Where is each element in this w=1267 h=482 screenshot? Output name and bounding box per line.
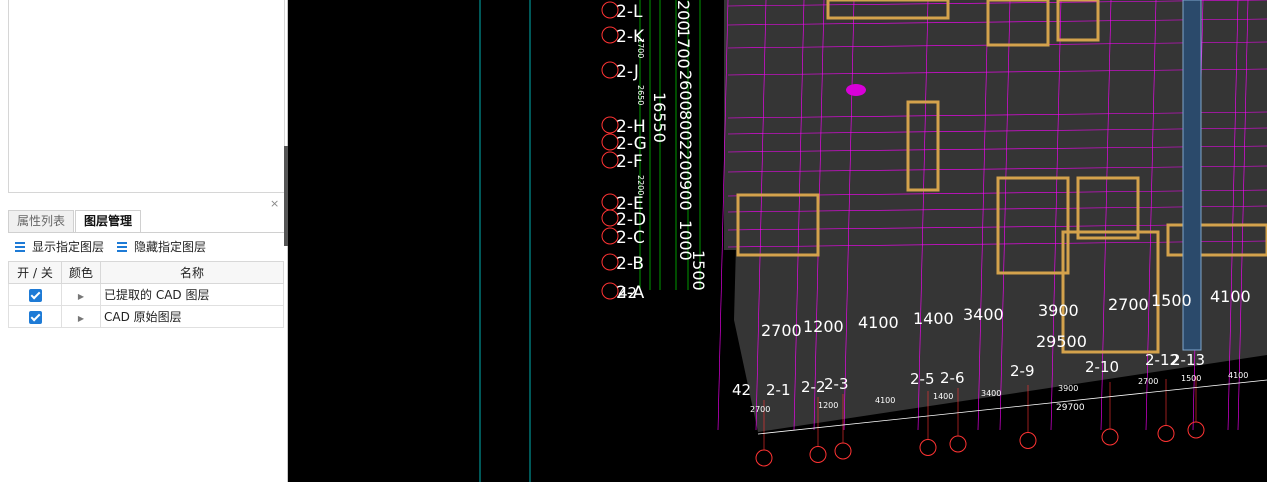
axis-label-left: 2-D [616,210,646,230]
dim-small-left: 2200 [636,175,645,195]
axis-label-bottom: 2-9 [1010,362,1035,380]
dim-small-bottom: 1400 [933,392,953,401]
dim-label-row: 1500 [1151,291,1192,310]
dim-label-row: 3400 [963,305,1004,324]
hide-layer-label: 隐藏指定图层 [134,240,207,254]
axis-label-left: 2-F [616,152,643,172]
axis-label-bottom: 2-6 [940,369,965,387]
axis-label-left: 2-B [616,254,644,274]
layer-name: CAD 原始图层 [100,305,284,328]
axis-label-left: 2-J [616,62,639,82]
header-toggle: 开 / 关 [8,261,62,284]
axis-prefix-bottom: 42 [732,381,751,399]
dim-small-bottom: 3400 [981,389,1001,398]
dim-label-row: 3900 [1038,301,1079,320]
axis-label-bottom: 2-10 [1085,358,1119,376]
dim-small-bottom: 4100 [1228,371,1248,380]
dim-label-left: 2200 [676,140,695,181]
dim-label-row: 2700 [761,321,802,340]
axis-bubble [1187,421,1205,439]
dim-label-row: 4100 [858,313,899,332]
dim-small-bottom: 2700 [1138,377,1158,386]
layer-name: 已提取的 CAD 图层 [100,283,284,306]
dim-small-bottom: 3900 [1058,384,1078,393]
axis-bubble [919,439,937,456]
axis-bubble [1101,428,1119,446]
table-header: 开 / 关 颜色 名称 [8,261,284,284]
dim-small-left: 2650 [636,85,645,105]
axis-label-left: 2-L [616,2,643,22]
axis-bubble [755,449,773,467]
layer-panel: × 属性列表 图层管理 显示指定图层 隐藏指定图层 开 / 关 颜色 名称 ▶ … [0,0,288,482]
hide-layer-button[interactable]: 隐藏指定图层 [116,238,206,255]
panel-tabs: 属性列表 图层管理 [8,210,285,233]
dim-label-left: 1700 [674,28,693,69]
axis-label-bottom: 2-3 [824,375,849,393]
dim-small-left: 1700 [636,38,645,58]
dim-total-left: 16550 [650,92,669,143]
dim-total-bottom: 29700 [1056,403,1085,413]
dim-label-left: 2600 [676,70,695,111]
dim-label-left: 200 [674,0,693,31]
dim-small-bottom: 2700 [750,405,770,414]
dim-small-bottom: 1500 [1181,374,1201,383]
dim-small-bottom: 4100 [875,396,895,405]
layer-checkbox[interactable] [28,310,42,324]
axis-label-bottom: 2-1 [766,381,791,399]
dim-label-left: 1500 [689,250,708,291]
dim-label-row: 1200 [803,317,844,336]
dim-small-bottom: 1200 [818,401,838,410]
expand-arrow-icon[interactable]: ▶ [78,314,84,323]
axis-bubble [1157,425,1175,442]
axis-label-bottom: 2-13 [1171,351,1205,369]
axis-bubble [809,446,827,463]
layers-show-icon [15,241,25,252]
axis-bubble [834,442,852,460]
cad-canvas[interactable]: 2-L2-K2-J2-H2-G2-F2-E2-D2-C2-B2-A4242200… [288,0,1267,482]
dim-label-row: 2700 [1108,295,1149,314]
close-icon[interactable]: × [270,197,279,210]
layer-table: 开 / 关 颜色 名称 ▶ 已提取的 CAD 图层 ▶ CAD 原始图层 [8,261,284,328]
layers-hide-icon [117,241,128,252]
axis-label-bottom: 2-2 [801,378,826,396]
axis-label-left: 2-G [616,134,647,154]
layer-toolbar: 显示指定图层 隐藏指定图层 [14,238,206,255]
show-layer-label: 显示指定图层 [32,240,105,254]
axis-label-bottom: 2-5 [910,370,935,388]
layer-checkbox[interactable] [28,288,42,302]
property-area [8,0,285,193]
axis-label-left: 2-C [616,228,645,248]
header-name: 名称 [100,261,284,284]
dim-label-left: 800 [676,110,695,141]
tab-layer-management[interactable]: 图层管理 [75,210,142,232]
header-color: 颜色 [61,261,101,284]
dim-total-mid: 29500 [1036,332,1087,351]
axis-prefix-left: 42 [618,284,637,302]
show-layer-button[interactable]: 显示指定图层 [14,238,104,255]
dim-label-row: 4100 [1210,287,1251,306]
axis-bubble [949,435,967,453]
axis-bubble [1019,432,1037,449]
symbol-marker [846,84,866,96]
table-row[interactable]: ▶ CAD 原始图层 [8,305,284,328]
dim-label-left: 900 [676,180,695,211]
expand-arrow-icon[interactable]: ▶ [78,292,84,301]
table-row[interactable]: ▶ 已提取的 CAD 图层 [8,283,284,306]
tab-property-list[interactable]: 属性列表 [8,210,75,232]
dim-label-row: 1400 [913,309,954,328]
